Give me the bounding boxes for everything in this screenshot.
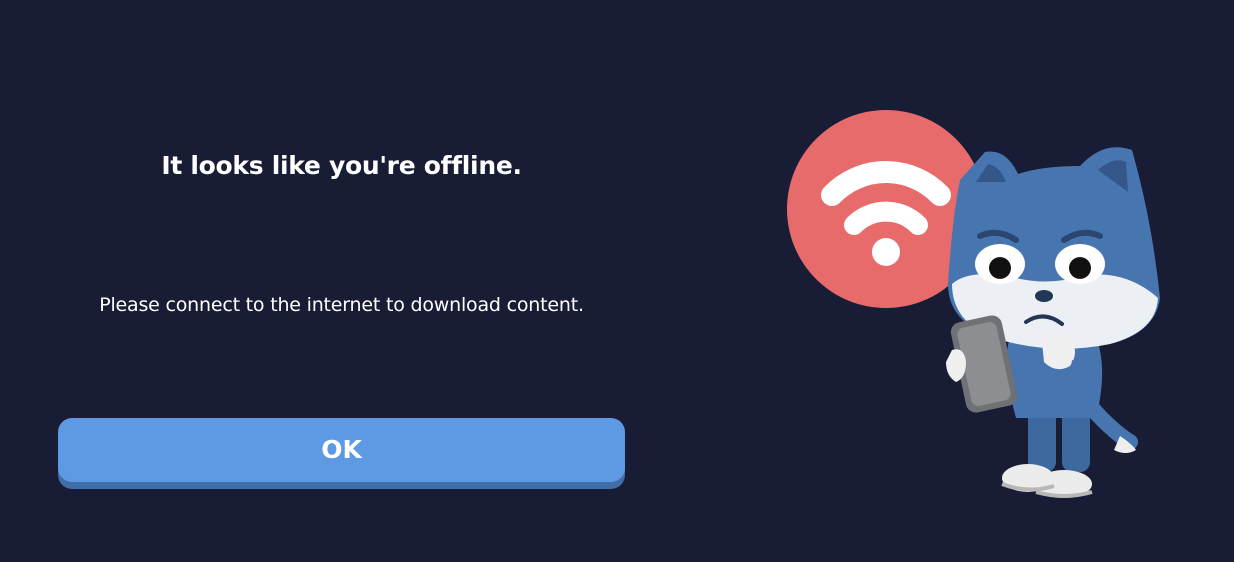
ok-button[interactable]: OK [58, 418, 625, 482]
offline-screen: It looks like you're offline. Please con… [0, 0, 1234, 562]
cat-character [946, 147, 1160, 498]
offline-message: Please connect to the internet to downlo… [99, 294, 584, 316]
offline-title: It looks like you're offline. [161, 151, 522, 180]
offline-illustration [787, 110, 1160, 498]
